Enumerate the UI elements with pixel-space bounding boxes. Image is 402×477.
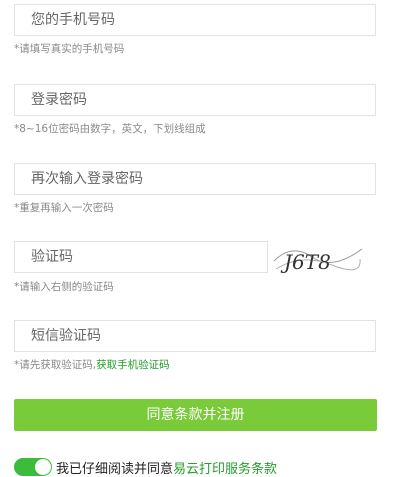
password-placeholder: 登录密码 — [31, 92, 87, 108]
agreement-row: 我已仔细阅读并同意易云打印服务条款 — [14, 458, 277, 477]
captcha-input[interactable]: 验证码 — [14, 241, 268, 273]
captcha-image[interactable]: J6T8 — [272, 239, 364, 279]
sms-code-input[interactable]: 短信验证码 — [14, 320, 376, 352]
terms-link[interactable]: 易云打印服务条款 — [173, 462, 277, 477]
agree-register-button[interactable]: 同意条款并注册 — [14, 399, 377, 431]
captcha-placeholder: 验证码 — [31, 249, 73, 265]
toggle-knob — [35, 459, 51, 475]
confirm-password-hint: *重复再输入一次密码 — [14, 202, 114, 214]
password-hint: *8~16位密码由数字，英文，下划线组成 — [14, 123, 206, 135]
phone-hint: *请填写真实的手机号码 — [14, 43, 125, 55]
get-sms-code-link[interactable]: 获取手机验证码 — [96, 359, 170, 371]
captcha-hint: *请输入右侧的验证码 — [14, 281, 114, 293]
phone-placeholder: 您的手机号码 — [31, 12, 115, 28]
confirm-password-placeholder: 再次输入登录密码 — [31, 171, 143, 187]
agreement-prefix: 我已仔细阅读并同意 — [56, 461, 174, 477]
sms-hint-prefix: *请先获取验证码, — [14, 359, 97, 371]
sms-hint: *请先获取验证码,获取手机验证码 — [14, 357, 170, 372]
agreement-toggle[interactable] — [14, 458, 52, 476]
captcha-text: J6T8 — [280, 250, 331, 274]
phone-input[interactable]: 您的手机号码 — [14, 4, 376, 36]
sms-code-placeholder: 短信验证码 — [31, 328, 101, 344]
confirm-password-input[interactable]: 再次输入登录密码 — [14, 163, 376, 195]
password-input[interactable]: 登录密码 — [14, 84, 376, 116]
